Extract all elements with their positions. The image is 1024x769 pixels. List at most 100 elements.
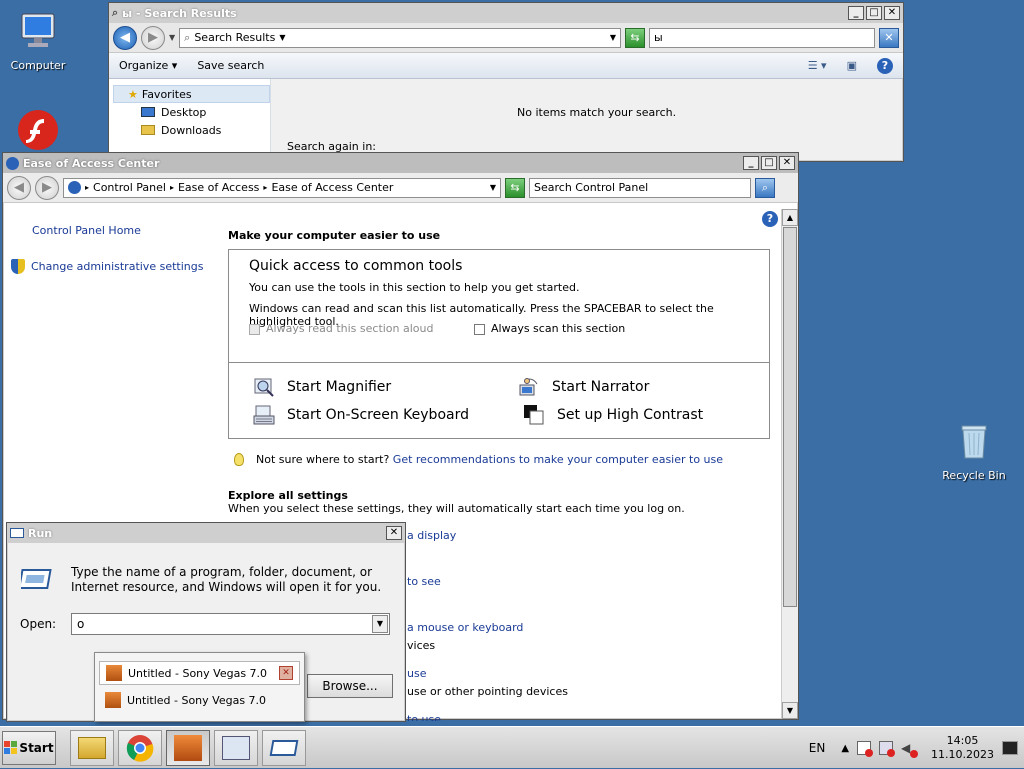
setting-link-use[interactable]: use: [407, 667, 426, 680]
start-button[interactable]: Start: [2, 730, 56, 765]
setting-link-mouse-keyboard[interactable]: a mouse or keyboard: [407, 621, 523, 634]
always-scan-checkbox[interactable]: Always scan this section: [474, 322, 625, 335]
close-button[interactable]: ✕: [386, 526, 402, 540]
magnifier-icon: [254, 378, 274, 397]
minimize-button[interactable]: _: [743, 156, 759, 170]
folder-icon: [78, 736, 106, 759]
maximize-button[interactable]: □: [866, 6, 882, 20]
no-items-message: No items match your search.: [517, 106, 677, 119]
nav-item-downloads[interactable]: Downloads: [109, 121, 270, 139]
popup-item-vegas-1[interactable]: Untitled - Sony Vegas 7.0 ✕: [99, 661, 300, 685]
address-field[interactable]: ⌕ Search Results ▼ ▼: [179, 27, 621, 48]
taskbar-explorer[interactable]: [70, 729, 114, 766]
eoa-titlebar[interactable]: Ease of Access Center _ □ ✕: [3, 153, 798, 173]
refresh-button[interactable]: ⇆: [505, 177, 525, 198]
taskbar-run[interactable]: [262, 729, 306, 766]
get-recommendations-link[interactable]: Get recommendations to make your compute…: [393, 453, 723, 466]
vertical-scrollbar[interactable]: ▲ ▼: [781, 209, 798, 719]
setting-link-see[interactable]: to see: [407, 575, 441, 588]
search-results-window: ⌕ ы - Search Results _ □ ✕ ◀ ▶ ▼ ⌕ Searc…: [108, 2, 904, 162]
volume-icon[interactable]: ◀: [901, 741, 919, 758]
breadcrumb-control-panel[interactable]: Control Panel: [93, 181, 166, 194]
quick-access-line1: You can use the tools in this section to…: [249, 281, 580, 294]
search-window-titlebar[interactable]: ⌕ ы - Search Results _ □ ✕: [109, 3, 903, 23]
popup-item-vegas-2[interactable]: Untitled - Sony Vegas 7.0: [99, 688, 300, 712]
chevron-down-icon[interactable]: ▼: [372, 615, 388, 633]
start-magnifier-button[interactable]: Start Magnifier: [253, 376, 391, 398]
setting-desc-devices: vices: [407, 639, 436, 652]
explore-title: Explore all settings: [228, 489, 348, 502]
high-contrast-button[interactable]: Set up High Contrast: [523, 404, 703, 426]
quick-access-title: Quick access to common tools: [249, 258, 463, 274]
setting-link-display[interactable]: a display: [407, 529, 456, 542]
taskbar-group-popup: Untitled - Sony Vegas 7.0 ✕ Untitled - S…: [94, 652, 305, 722]
language-indicator[interactable]: EN: [809, 741, 826, 755]
back-button[interactable]: ◀: [7, 175, 31, 200]
clear-search-button[interactable]: ✕: [879, 27, 899, 48]
clock-date: 11.10.2023: [931, 748, 994, 761]
nav-item-desktop[interactable]: Desktop: [109, 103, 270, 121]
page-heading: Make your computer easier to use: [228, 229, 441, 242]
browse-button[interactable]: Browse...: [307, 674, 393, 698]
help-icon[interactable]: ?: [762, 211, 778, 227]
action-center-icon[interactable]: [857, 741, 874, 757]
chevron-down-icon[interactable]: ▼: [610, 33, 616, 42]
desktop-icon-computer[interactable]: Computer: [0, 8, 76, 72]
forward-button[interactable]: ▶: [35, 175, 59, 200]
close-button[interactable]: ✕: [779, 156, 795, 170]
desktop-icon-label: Recycle Bin: [942, 469, 1006, 482]
navigation-pane: ★ Favorites Desktop Downloads: [109, 79, 271, 161]
checkbox[interactable]: [249, 323, 260, 335]
folder-icon: [141, 125, 155, 135]
close-button[interactable]: ✕: [884, 6, 900, 20]
maximize-button[interactable]: □: [761, 156, 777, 170]
show-desktop-button[interactable]: [1002, 741, 1018, 755]
chevron-down-icon[interactable]: ▼: [490, 183, 496, 192]
address-field[interactable]: ▸ Control Panel ▸ Ease of Access ▸ Ease …: [63, 177, 501, 198]
organize-menu[interactable]: Organize ▾: [119, 59, 177, 72]
run-titlebar[interactable]: Run ✕: [7, 523, 405, 543]
search-input[interactable]: ы: [649, 27, 875, 48]
chevron-down-icon[interactable]: ▼: [169, 33, 175, 42]
save-search-button[interactable]: Save search: [197, 59, 264, 72]
scroll-down-arrow[interactable]: ▼: [782, 702, 798, 719]
views-icon[interactable]: ☰ ▾: [808, 59, 827, 72]
show-hidden-icons-icon[interactable]: ▲: [841, 743, 849, 754]
open-input[interactable]: o: [72, 617, 372, 631]
address-bar: ◀ ▶ ▸ Control Panel ▸ Ease of Access ▸ E…: [3, 173, 798, 203]
close-icon[interactable]: ✕: [279, 666, 293, 680]
setting-link-to-use[interactable]: to use: [407, 713, 441, 721]
back-button[interactable]: ◀: [113, 25, 137, 50]
forward-button[interactable]: ▶: [141, 25, 165, 50]
taskbar-chrome[interactable]: [118, 729, 162, 766]
help-icon[interactable]: ?: [877, 57, 893, 74]
clock[interactable]: 14:05 11.10.2023: [931, 734, 994, 762]
start-osk-button[interactable]: Start On-Screen Keyboard: [253, 404, 469, 426]
scroll-up-arrow[interactable]: ▲: [782, 209, 798, 226]
search-control-panel-input[interactable]: Search Control Panel: [529, 177, 751, 198]
ease-of-access-icon: [6, 156, 19, 170]
window-title: Run: [28, 526, 53, 540]
taskbar-sony-vegas[interactable]: [166, 729, 210, 766]
run-description: Type the name of a program, folder, docu…: [71, 565, 382, 594]
checkbox[interactable]: [474, 323, 485, 335]
nav-item-favorites[interactable]: ★ Favorites: [113, 85, 270, 103]
open-combobox[interactable]: o ▼: [71, 613, 390, 635]
desktop-icon-recycle-bin[interactable]: Recycle Bin: [936, 418, 1012, 482]
clock-time: 14:05: [946, 734, 979, 747]
breadcrumb-ease-of-access[interactable]: Ease of Access: [178, 181, 259, 194]
network-icon[interactable]: [879, 741, 896, 757]
always-read-checkbox[interactable]: Always read this section aloud: [249, 322, 434, 335]
minimize-button[interactable]: _: [848, 6, 864, 20]
preview-pane-icon[interactable]: ▣: [847, 59, 857, 72]
refresh-button[interactable]: ⇆: [625, 27, 645, 48]
breadcrumb-eoa-center[interactable]: Ease of Access Center: [271, 181, 393, 194]
scroll-thumb[interactable]: [783, 227, 797, 607]
explore-desc: When you select these settings, they wil…: [228, 502, 685, 515]
start-narrator-button[interactable]: Start Narrator: [518, 376, 649, 398]
taskbar-control-panel[interactable]: [214, 729, 258, 766]
divider: [229, 362, 769, 363]
search-button[interactable]: ⌕: [755, 177, 775, 198]
change-admin-link[interactable]: Change administrative settings: [11, 259, 203, 274]
cp-home-link[interactable]: Control Panel Home: [32, 224, 141, 237]
